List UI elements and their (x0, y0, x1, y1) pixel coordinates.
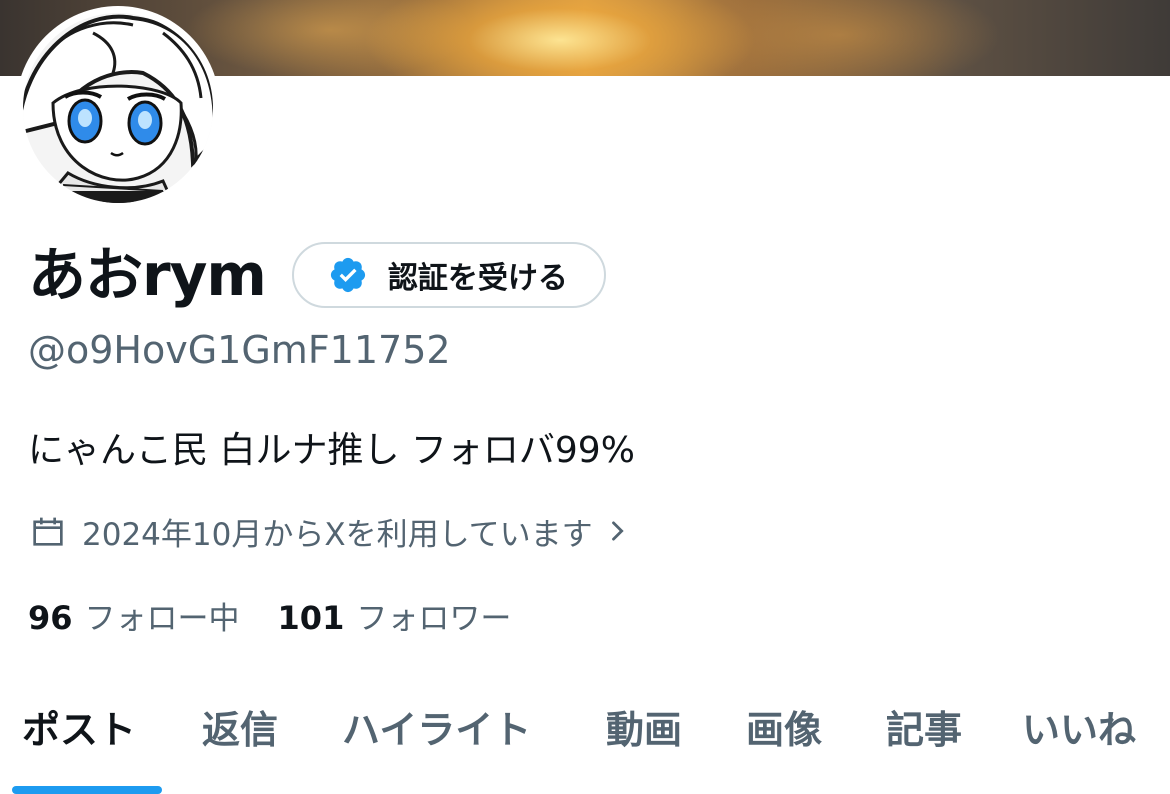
follow-stats: 96 フォロー中 101 フォロワー (28, 592, 549, 638)
following-label: フォロー中 (84, 600, 240, 637)
followers-count: 101 (277, 598, 345, 637)
followers-label: フォロワー (356, 600, 512, 637)
calendar-icon (33, 517, 63, 546)
profile-handle: @o9HovG1GmF11752 (28, 328, 451, 372)
profile-avatar[interactable] (16, 6, 220, 210)
following-link[interactable]: 96 フォロー中 (28, 593, 240, 638)
profile-tabs: ポスト 返信 ハイライト 動画 画像 記事 いいね (0, 690, 1170, 794)
get-verified-label: 認証を受ける (387, 261, 568, 296)
avatar-image (23, 13, 213, 203)
following-count: 96 (28, 598, 73, 637)
profile-bio: にゃんこ民 白ルナ推し フォロバ99% (28, 430, 635, 471)
get-verified-button[interactable]: 認証を受ける (291, 242, 606, 308)
tab-posts[interactable]: ポスト (22, 690, 136, 770)
tab-articles[interactable]: 記事 (886, 690, 962, 770)
active-tab-indicator (12, 786, 162, 794)
tab-videos[interactable]: 動画 (606, 690, 682, 770)
tab-replies[interactable]: 返信 (202, 690, 278, 770)
chevron-right-icon (611, 521, 624, 541)
tab-likes[interactable]: いいね (1022, 690, 1136, 770)
joined-date-text: 2024年10月からXを利用しています (82, 516, 593, 553)
joined-date-row[interactable]: 2024年10月からXを利用しています (28, 506, 631, 556)
tab-images[interactable]: 画像 (746, 690, 822, 770)
tab-highlights[interactable]: ハイライト (342, 690, 531, 770)
followers-link[interactable]: 101 フォロワー (278, 593, 512, 638)
profile-name-row: あおrym 認証を受ける (28, 238, 606, 312)
display-name: あおrym (28, 241, 267, 309)
verified-badge-icon (330, 257, 365, 293)
